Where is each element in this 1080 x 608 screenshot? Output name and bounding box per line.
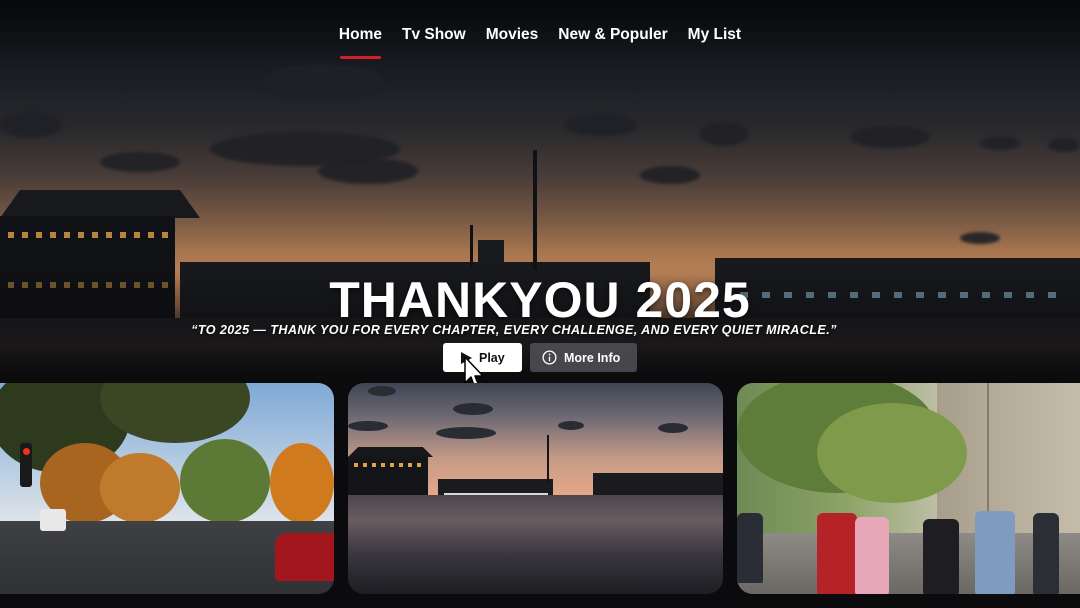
nav-movies[interactable]: Movies (486, 26, 539, 50)
hero-title: THANKYOU 2025 (329, 272, 751, 328)
nav-home[interactable]: Home (339, 26, 382, 59)
thumbnail-autumn-street[interactable] (0, 383, 334, 594)
nav-tv-show[interactable]: Tv Show (402, 26, 466, 50)
more-info-button-label: More Info (564, 350, 621, 365)
thumbnail-harbor-sunset[interactable] (348, 383, 723, 594)
nav-my-list[interactable]: My List (688, 26, 741, 50)
thumbnail-city-street[interactable] (737, 383, 1080, 594)
main-nav: Home Tv Show Movies New & Populer My Lis… (0, 26, 1080, 59)
hero-quote: “TO 2025 — THANK YOU FOR EVERY CHAPTER, … (191, 323, 837, 337)
more-info-button[interactable]: More Info (530, 343, 637, 372)
nav-new-populer[interactable]: New & Populer (558, 26, 667, 50)
info-icon (542, 350, 557, 365)
